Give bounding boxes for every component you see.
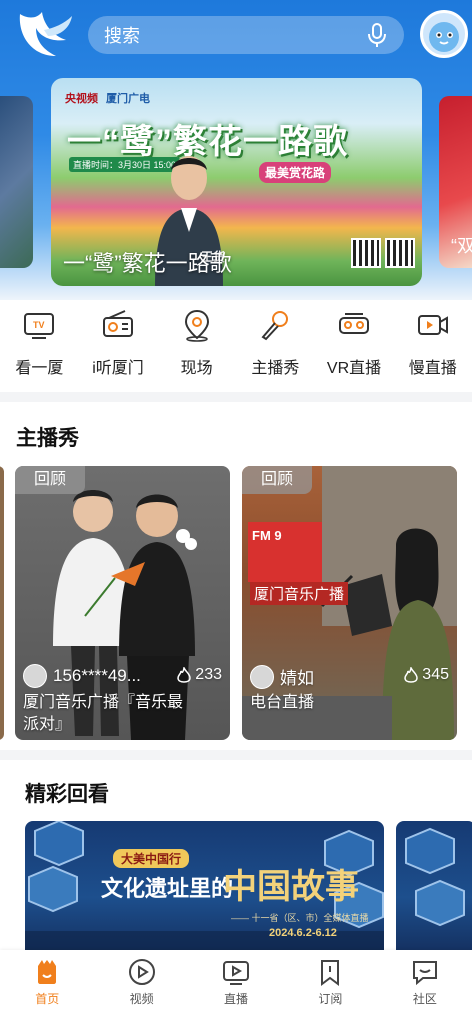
card-user[interactable]: 156****49... <box>23 664 141 688</box>
replay-title-small: 文化遗址里的 <box>101 876 234 901</box>
section-title: 主播秀 <box>16 427 79 450</box>
replay-title-big: 中国故事 <box>223 867 359 907</box>
play-circle-icon <box>128 959 155 985</box>
quicknav-item-zhu-bo-xiu[interactable]: 主播秀 <box>236 300 315 392</box>
replay-badge: 大美中国行 <box>113 849 190 868</box>
next-slide-text: “双 <box>451 236 472 256</box>
replay-card-background <box>405 827 465 927</box>
anchor-card[interactable]: 回顾 156****49... 233 厦门音乐广播『音乐最派对』 <box>15 466 230 740</box>
quicknav-label: 主播秀 <box>251 360 300 377</box>
location-icon <box>184 309 209 342</box>
user-name: 156****49... <box>53 666 141 685</box>
chat-bubble-icon <box>412 961 437 986</box>
tab-community[interactable]: 社区 <box>378 950 472 1024</box>
replay-subtitle: —— 十一省（区、市）全媒体直播 <box>231 913 369 923</box>
card-title: 厦门音乐广播『音乐最派对』 <box>23 694 184 733</box>
quicknav-item-i-ting[interactable]: i听厦门 <box>79 300 158 392</box>
quicknav-item-vr[interactable]: VR直播 <box>315 300 394 392</box>
banner-tag: 最美赏花路 <box>259 162 332 183</box>
banner-next-slide[interactable]: “双 <box>439 96 472 268</box>
view-count-value: 345 <box>422 666 449 683</box>
banner-brands: 央视频 厦门广电 <box>65 90 150 106</box>
anchor-show-section: 主播秀 回顾 156****49... 233 厦门音乐广播『音乐最派对』 FM… <box>0 402 472 750</box>
main-banner[interactable]: 央视频 厦门广电 一“鹭”繁花一路歌 直播时间：3月30日 15:00 最美赏花… <box>51 78 422 286</box>
view-count: 233 <box>177 666 222 684</box>
replay-card-peek[interactable] <box>396 821 472 960</box>
replay-section: 精彩回看 大美中国行 文化遗址里的 中国故事 —— 十一省（区、市）全媒体直播 … <box>0 760 472 960</box>
flame-icon <box>177 667 192 683</box>
microphone-icon[interactable] <box>366 22 388 48</box>
tv-icon: TV <box>24 313 55 339</box>
section-title: 精彩回看 <box>25 783 109 806</box>
avatar-mascot-icon <box>429 22 459 52</box>
anchor-card-peek[interactable] <box>0 466 4 740</box>
card-user[interactable]: 婧如 <box>250 664 314 689</box>
replay-card[interactable]: 大美中国行 文化遗址里的 中国故事 —— 十一省（区、市）全媒体直播 2024.… <box>25 821 384 960</box>
view-count: 345 <box>404 666 449 684</box>
app-logo[interactable] <box>14 6 76 62</box>
vr-headset-icon <box>339 313 370 334</box>
banner-caption: 一“鹭”繁花一路歌 <box>63 251 232 276</box>
replay-tag: 回顾 <box>15 466 85 494</box>
tab-label: 视频 <box>129 992 154 1006</box>
tab-label: 直播 <box>224 992 249 1006</box>
quicknav-item-xian-chang[interactable]: 现场 <box>157 300 236 392</box>
studio-sign: 厦门音乐广播 <box>250 582 349 605</box>
tab-subscribe[interactable]: 订阅 <box>283 950 377 1024</box>
user-avatar <box>23 664 47 688</box>
flame-icon <box>404 667 419 683</box>
quicknav-item-man[interactable]: 慢直播 <box>393 300 472 392</box>
cctv-brand: 央视频 <box>65 93 98 105</box>
tab-home[interactable]: 首页 <box>0 950 94 1024</box>
search-input[interactable]: 搜索 <box>104 22 366 48</box>
bookmark-icon <box>321 960 340 986</box>
anchor-card[interactable]: FM 9 厦门音乐广播 回顾 婧如 345 电台直播 <box>242 466 457 740</box>
qr-code-icon <box>385 238 415 268</box>
home-icon <box>38 960 57 984</box>
card-title: 电台直播 <box>250 694 315 711</box>
quick-nav: TV 看一厦 i听厦门 现场 主播秀 VR直播 慢直播 <box>0 300 472 392</box>
svg-text:TV: TV <box>33 320 45 330</box>
tab-video[interactable]: 视频 <box>94 950 188 1024</box>
quicknav-label: 看一厦 <box>15 360 64 377</box>
tab-label: 首页 <box>35 992 60 1006</box>
quicknav-label: i听厦门 <box>92 360 144 377</box>
quicknav-item-kan-yi-xia[interactable]: TV 看一厦 <box>0 300 79 392</box>
user-avatar[interactable] <box>420 10 468 58</box>
xm-brand: 厦门广电 <box>106 93 150 105</box>
qr-code-icon <box>351 238 381 268</box>
replay-dates: 2024.6.2-6.12 <box>269 927 337 939</box>
microphone-icon <box>261 311 289 341</box>
studio-logo: FM 9 <box>252 528 282 543</box>
tab-live[interactable]: 直播 <box>189 950 283 1024</box>
bottom-tab-bar: 首页 视频 直播 订阅 社区 <box>0 950 472 1024</box>
search-bar[interactable]: 搜索 <box>88 16 404 54</box>
replay-tag: 回顾 <box>242 466 312 494</box>
live-tv-icon <box>223 961 250 985</box>
video-camera-icon <box>417 315 448 335</box>
radio-icon <box>103 310 133 337</box>
tab-label: 订阅 <box>318 992 343 1006</box>
view-count-value: 233 <box>195 666 222 683</box>
quicknav-label: VR直播 <box>326 360 382 377</box>
quicknav-label: 现场 <box>180 360 213 377</box>
quicknav-label: 慢直播 <box>408 360 457 377</box>
banner-prev-slide[interactable] <box>0 96 33 268</box>
user-avatar <box>250 664 274 689</box>
tab-label: 社区 <box>412 992 437 1006</box>
user-name: 婧如 <box>280 669 314 688</box>
